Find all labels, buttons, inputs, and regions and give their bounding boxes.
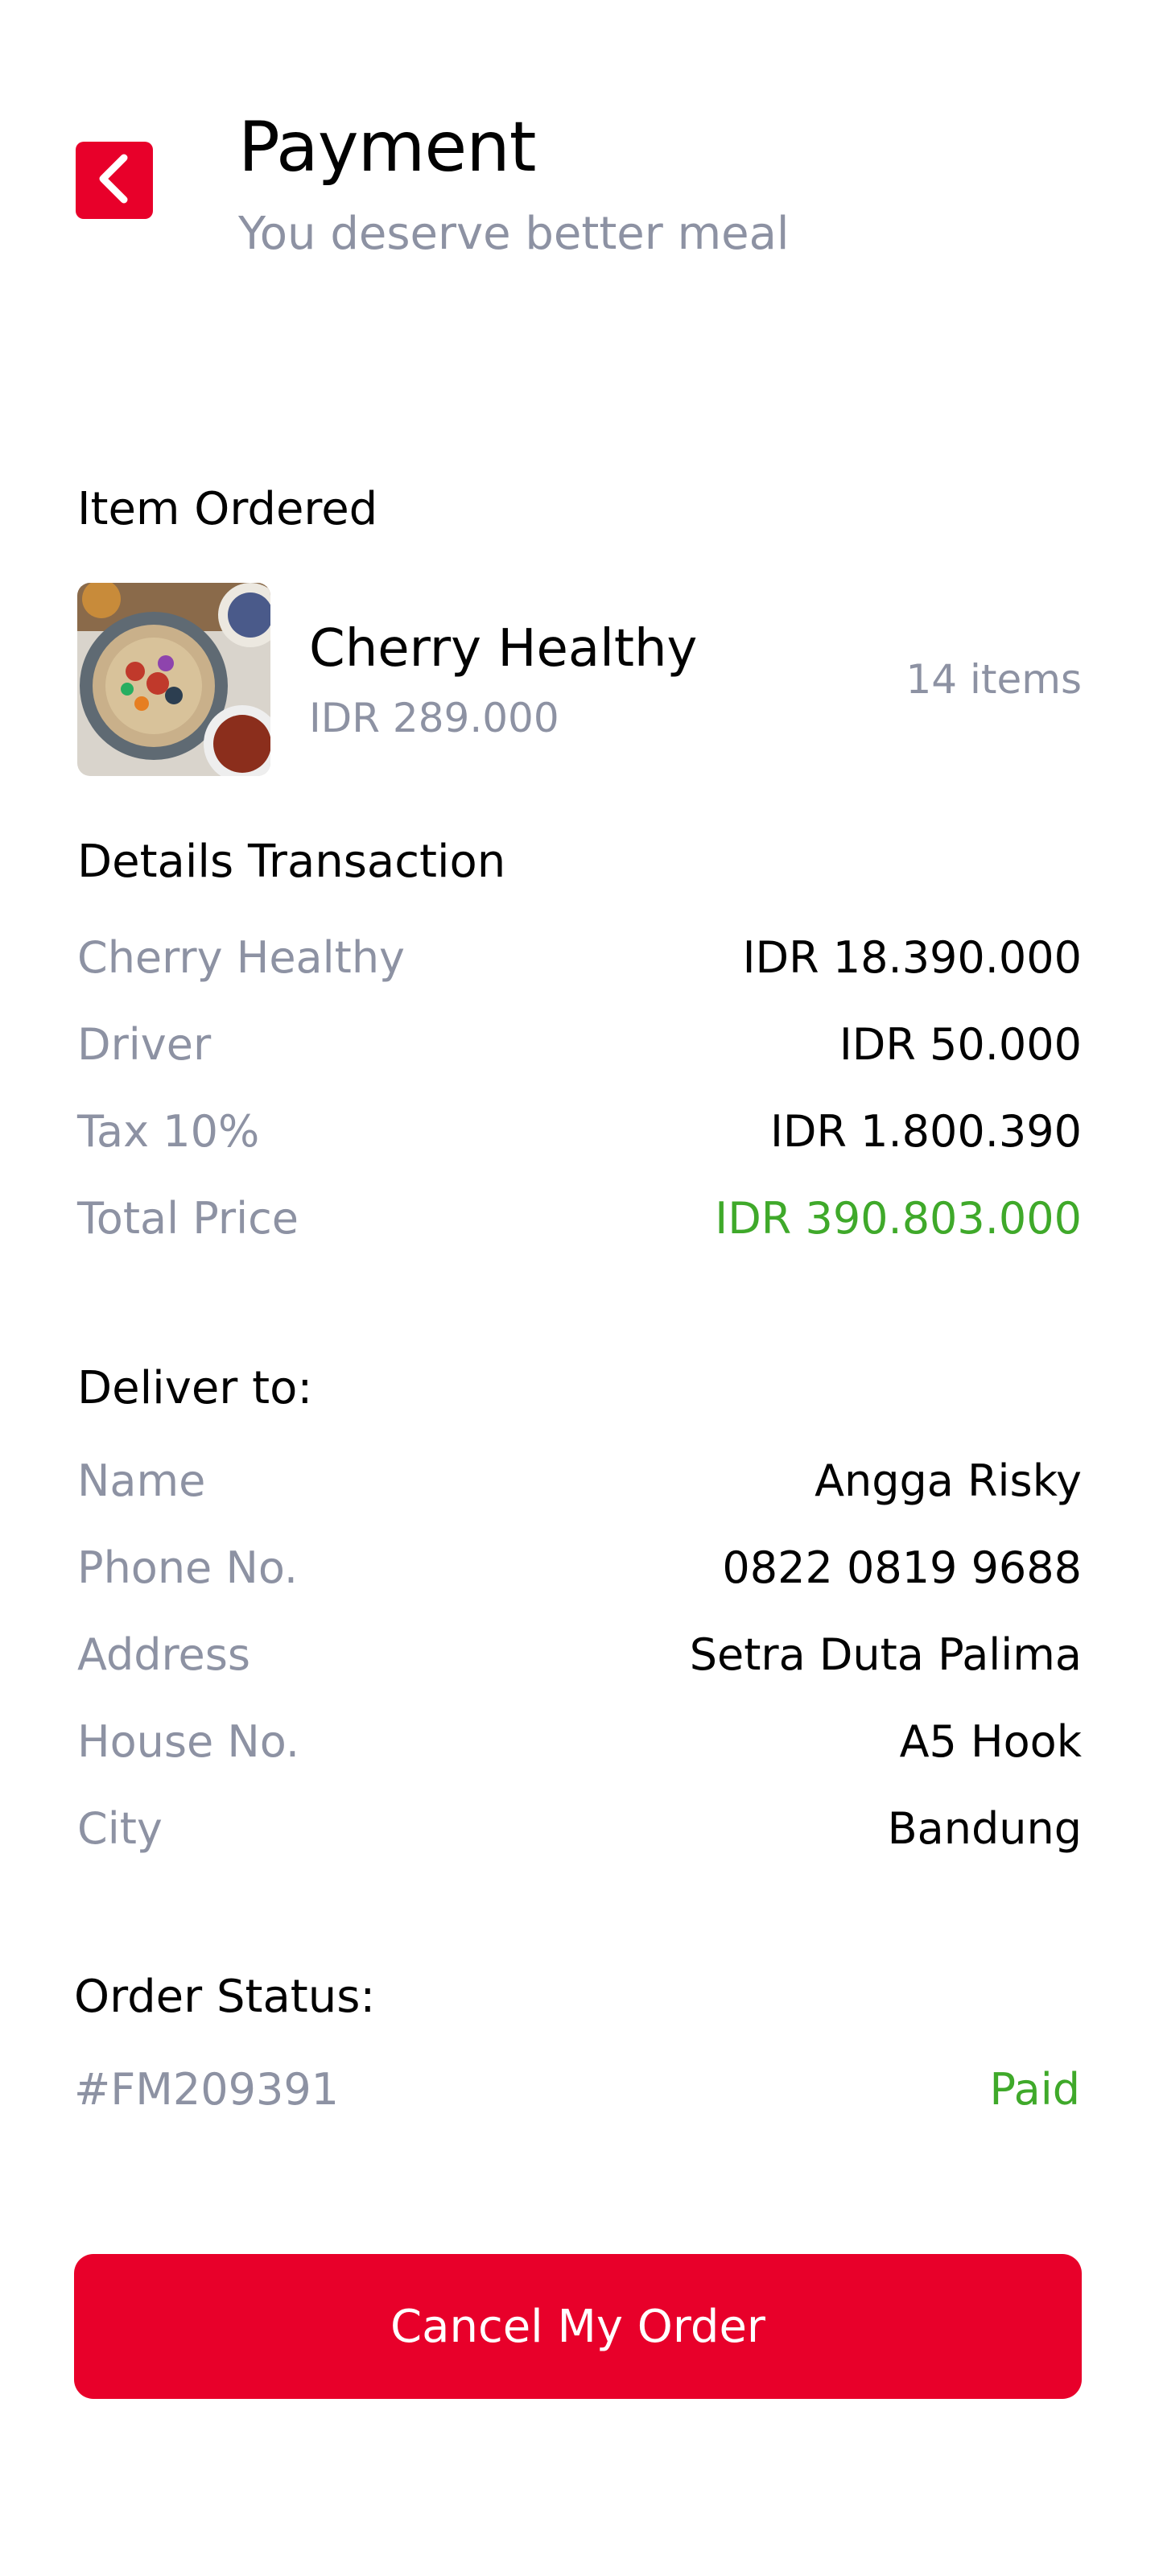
deliver-to-heading: Deliver to: [77,1362,313,1414]
row-value: A5 Hook [899,1716,1082,1767]
food-thumbnail [77,583,270,776]
total-price-value: IDR 390.803.000 [715,1193,1082,1244]
page-title: Payment [238,107,537,188]
row-label: Phone No. [77,1542,299,1593]
row-value: Setra Duta Palima [689,1629,1082,1680]
deliver-row-name: Name Angga Risky [77,1454,1082,1509]
row-value: Bandung [887,1803,1082,1854]
cancel-order-button[interactable]: Cancel My Order [74,2254,1082,2399]
ordered-item-price: IDR 289.000 [309,695,559,741]
row-value: IDR 1.800.390 [769,1106,1082,1157]
page-subtitle: You deserve better meal [238,208,790,260]
transaction-row-item: Cherry Healthy IDR 18.390.000 [77,931,1082,985]
row-label: Tax 10% [77,1106,260,1157]
details-transaction-heading: Details Transaction [77,836,506,888]
row-label: Total Price [77,1193,299,1244]
order-status-heading: Order Status: [74,1971,376,2023]
deliver-row-house: House No. A5 Hook [77,1715,1082,1769]
transaction-row-driver: Driver IDR 50.000 [77,1018,1082,1072]
row-value: 0822 0819 9688 [722,1542,1082,1593]
back-button[interactable] [76,142,153,219]
row-value: IDR 50.000 [839,1019,1082,1070]
row-label: Name [77,1455,206,1506]
item-ordered-heading: Item Ordered [77,483,378,535]
ordered-item-name: Cherry Healthy [309,619,698,679]
chevron-left-icon [93,153,135,208]
row-value: IDR 18.390.000 [742,932,1082,983]
transaction-row-total: Total Price IDR 390.803.000 [77,1191,1082,1246]
deliver-row-address: Address Setra Duta Palima [77,1628,1082,1682]
order-status-row: #FM209391 Paid [74,2062,1080,2117]
deliver-row-phone: Phone No. 0822 0819 9688 [77,1541,1082,1596]
row-label: Address [77,1629,251,1680]
deliver-row-city: City Bandung [77,1802,1082,1856]
ordered-item-count: 14 items [905,656,1082,703]
status-badge: Paid [989,2064,1080,2115]
transaction-row-tax: Tax 10% IDR 1.800.390 [77,1104,1082,1159]
row-label: City [77,1803,163,1854]
order-id: #FM209391 [74,2064,340,2115]
row-label: Cherry Healthy [77,932,406,983]
row-label: House No. [77,1716,300,1767]
row-label: Driver [77,1019,212,1070]
row-value: Angga Risky [815,1455,1082,1506]
